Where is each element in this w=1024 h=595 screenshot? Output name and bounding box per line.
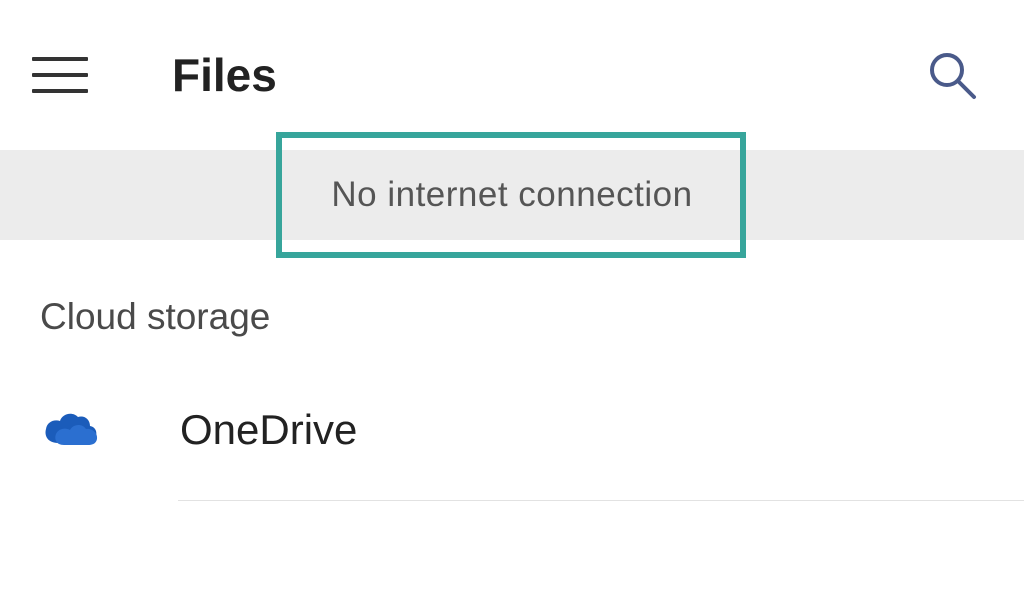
search-icon [924, 47, 980, 103]
onedrive-icon [40, 399, 102, 461]
page-title: Files [172, 48, 277, 102]
offline-banner-text: No internet connection [331, 175, 692, 215]
list-item-label: OneDrive [180, 406, 357, 454]
search-button[interactable] [922, 45, 982, 105]
offline-banner: No internet connection [0, 150, 1024, 240]
app-header: Files [0, 0, 1024, 150]
list-item-onedrive[interactable]: OneDrive [0, 360, 1024, 500]
cloud-storage-section-header: Cloud storage [0, 240, 1024, 360]
hamburger-line [32, 89, 88, 93]
hamburger-line [32, 57, 88, 61]
hamburger-line [32, 73, 88, 77]
hamburger-menu-button[interactable] [32, 47, 88, 103]
list-divider [178, 500, 1024, 501]
